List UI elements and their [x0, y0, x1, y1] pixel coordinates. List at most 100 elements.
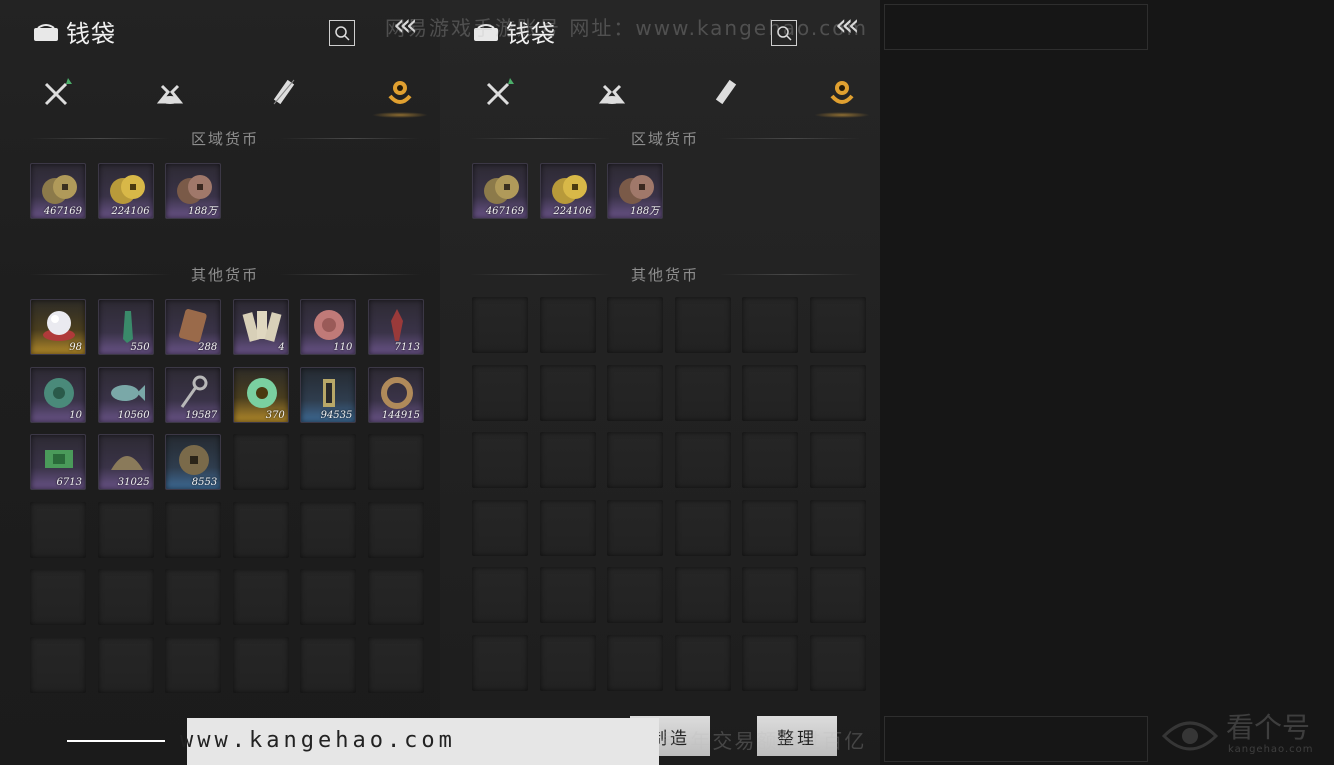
- empty-slot[interactable]: [368, 569, 424, 625]
- tab-equipment[interactable]: [38, 72, 78, 112]
- empty-slot[interactable]: [810, 567, 866, 623]
- empty-slot[interactable]: [232, 434, 289, 490]
- empty-slot[interactable]: [810, 499, 866, 556]
- inventory-slot[interactable]: 94535: [300, 366, 357, 423]
- tab-scrolls[interactable]: [264, 72, 304, 112]
- section-other-currency: 其他货币: [30, 264, 420, 284]
- item-quantity: 467169: [485, 206, 524, 217]
- panel-header: 钱袋: [32, 14, 116, 49]
- inventory-slot[interactable]: 110: [300, 299, 357, 355]
- inventory-slot[interactable]: 4: [232, 299, 289, 355]
- empty-slot[interactable]: [30, 501, 86, 558]
- item-quantity: 288: [198, 342, 218, 353]
- empty-slot[interactable]: [300, 434, 357, 490]
- empty-slot[interactable]: [97, 636, 154, 693]
- empty-slot[interactable]: [810, 634, 866, 691]
- search-button[interactable]: [329, 20, 355, 46]
- empty-slot[interactable]: [607, 364, 664, 421]
- item-quantity: 224106: [111, 206, 150, 217]
- inventory-slot[interactable]: 31025: [97, 434, 154, 490]
- empty-slot[interactable]: [742, 297, 799, 353]
- tab-currency[interactable]: [372, 72, 428, 118]
- section-regional-currency: 区域货币: [470, 128, 860, 148]
- empty-slot[interactable]: [607, 432, 664, 488]
- scroll-icon: [273, 79, 295, 105]
- inventory-slot[interactable]: 224106: [539, 163, 596, 219]
- tab-materials[interactable]: [592, 72, 632, 112]
- tab-equipment[interactable]: [480, 72, 520, 112]
- empty-slot[interactable]: [472, 634, 528, 691]
- jade-coin-icon: [44, 377, 74, 408]
- empty-slot[interactable]: [742, 567, 799, 623]
- inventory-slot[interactable]: 7113: [368, 299, 424, 355]
- inventory-slot[interactable]: 188万: [165, 163, 222, 219]
- tab-materials[interactable]: [150, 72, 190, 112]
- empty-slot[interactable]: [165, 636, 222, 693]
- empty-slot[interactable]: [674, 567, 731, 623]
- inventory-slot[interactable]: 467169: [30, 163, 86, 219]
- empty-slot[interactable]: [368, 501, 424, 558]
- empty-slot[interactable]: [232, 501, 289, 558]
- empty-slot[interactable]: [742, 499, 799, 556]
- empty-slot[interactable]: [165, 501, 222, 558]
- empty-slot[interactable]: [742, 432, 799, 488]
- inventory-slot[interactable]: 10: [30, 366, 86, 423]
- empty-slot[interactable]: [674, 364, 731, 421]
- inventory-slot[interactable]: 467169: [472, 163, 528, 219]
- decorative-frame: [884, 716, 1148, 762]
- empty-slot[interactable]: [300, 569, 357, 625]
- empty-slot[interactable]: [232, 569, 289, 625]
- empty-slot[interactable]: [607, 499, 664, 556]
- inventory-slot[interactable]: 98: [30, 299, 86, 355]
- empty-slot[interactable]: [539, 634, 596, 691]
- empty-slot[interactable]: [607, 297, 664, 353]
- inventory-slot[interactable]: 550: [97, 299, 154, 355]
- empty-slot[interactable]: [674, 499, 731, 556]
- empty-slot[interactable]: [539, 432, 596, 488]
- item-quantity: 98: [69, 342, 82, 353]
- empty-slot[interactable]: [742, 634, 799, 691]
- empty-slot[interactable]: [472, 432, 528, 488]
- empty-slot[interactable]: [539, 297, 596, 353]
- swords-icon: [44, 78, 72, 106]
- empty-slot[interactable]: [97, 569, 154, 625]
- empty-slot[interactable]: [368, 636, 424, 693]
- empty-slot[interactable]: [607, 567, 664, 623]
- empty-slot[interactable]: [810, 432, 866, 488]
- inventory-slot[interactable]: 144915: [368, 366, 424, 423]
- empty-slot[interactable]: [674, 634, 731, 691]
- inventory-slot[interactable]: 224106: [97, 163, 154, 219]
- empty-slot[interactable]: [97, 501, 154, 558]
- empty-slot[interactable]: [539, 499, 596, 556]
- empty-slot[interactable]: [300, 501, 357, 558]
- empty-slot[interactable]: [165, 569, 222, 625]
- empty-slot[interactable]: [472, 364, 528, 421]
- empty-slot[interactable]: [810, 364, 866, 421]
- empty-slot[interactable]: [810, 297, 866, 353]
- empty-slot[interactable]: [368, 434, 424, 490]
- inventory-slot[interactable]: 19587: [165, 366, 222, 423]
- inventory-slot[interactable]: 10560: [97, 366, 154, 423]
- tab-scrolls[interactable]: [706, 72, 746, 112]
- empty-slot[interactable]: [539, 567, 596, 623]
- empty-slot[interactable]: [300, 636, 357, 693]
- empty-slot[interactable]: [472, 499, 528, 556]
- empty-slot[interactable]: [30, 636, 86, 693]
- logo-name: 看个号: [1226, 711, 1311, 744]
- empty-slot[interactable]: [30, 569, 86, 625]
- tab-currency[interactable]: [814, 72, 870, 118]
- empty-slot[interactable]: [607, 634, 664, 691]
- item-quantity: 7113: [394, 342, 420, 353]
- empty-slot[interactable]: [674, 297, 731, 353]
- empty-slot[interactable]: [472, 567, 528, 623]
- inventory-slot[interactable]: 188万: [607, 163, 664, 219]
- inventory-slot[interactable]: 6713: [30, 434, 86, 490]
- empty-slot[interactable]: [232, 636, 289, 693]
- inventory-slot[interactable]: 288: [165, 299, 222, 355]
- empty-slot[interactable]: [674, 432, 731, 488]
- inventory-slot[interactable]: 370: [232, 366, 289, 423]
- inventory-slot[interactable]: 8553: [165, 434, 222, 490]
- empty-slot[interactable]: [472, 297, 528, 353]
- empty-slot[interactable]: [539, 364, 596, 421]
- empty-slot[interactable]: [742, 364, 799, 421]
